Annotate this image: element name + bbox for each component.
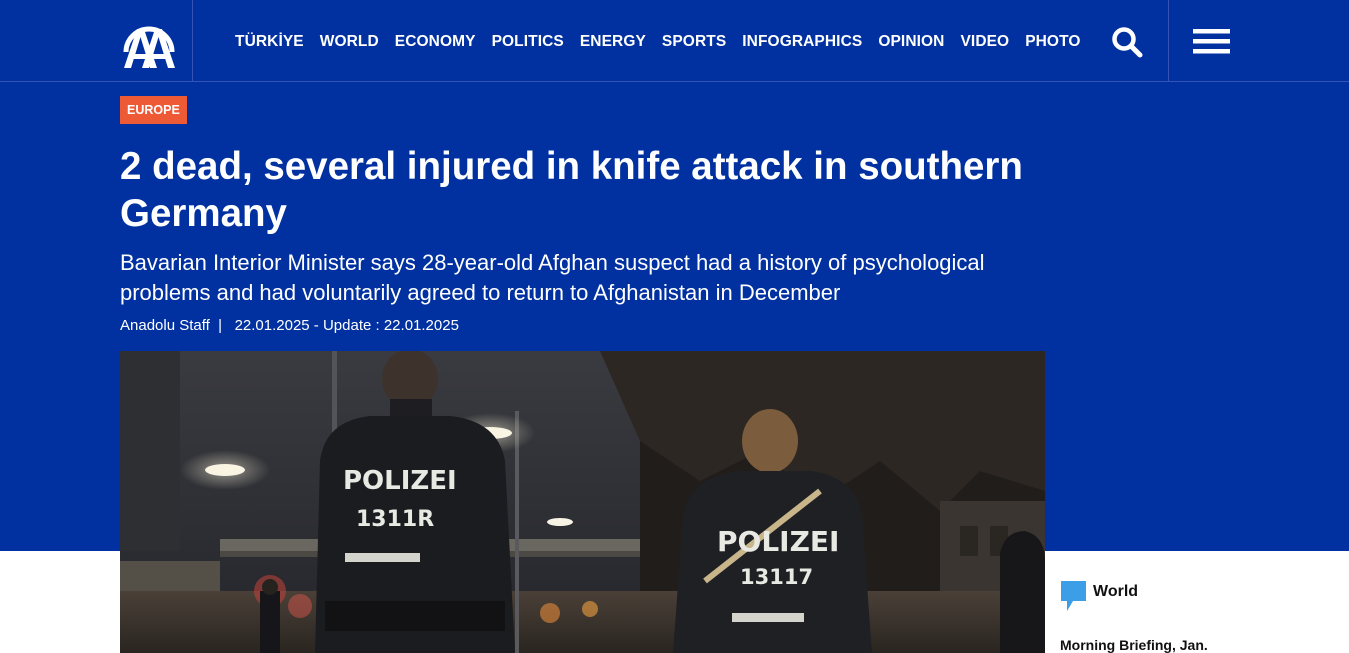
- officer-left-jacket-text: POLIZEI: [343, 466, 457, 496]
- officer-right-jacket-text: POLIZEI: [717, 525, 839, 558]
- nav-item-video[interactable]: VIDEO: [960, 33, 1009, 51]
- header-divider: [1168, 0, 1169, 81]
- sidebar-headline-link[interactable]: Morning Briefing, Jan.: [1060, 637, 1208, 653]
- nav-item-economy[interactable]: ECONOMY: [395, 33, 476, 51]
- aa-logo[interactable]: [120, 12, 178, 70]
- article-photo[interactable]: POLIZEI 1311R POLIZEI 13117: [120, 351, 1045, 653]
- officer-right-number-text: 13117: [740, 565, 813, 589]
- meta-separator: |: [218, 317, 223, 334]
- officer-left-number-text: 1311R: [356, 507, 434, 532]
- nav-item-opinion[interactable]: OPINION: [878, 33, 944, 51]
- article-meta: Anadolu Staff | 22.01.2025 - Update : 22…: [120, 317, 459, 334]
- nav-item-turkiye[interactable]: TÜRKİYE: [235, 33, 304, 51]
- nav-item-politics[interactable]: POLITICS: [492, 33, 564, 51]
- category-badge[interactable]: EUROPE: [120, 96, 187, 124]
- hamburger-menu-icon: [1193, 29, 1230, 54]
- nav-item-sports[interactable]: SPORTS: [662, 33, 726, 51]
- nav-item-infographics[interactable]: INFOGRAPHICS: [742, 33, 862, 51]
- world-category-icon: [1061, 581, 1086, 611]
- menu-button[interactable]: [1193, 27, 1230, 57]
- main-nav: TÜRKİYE WORLD ECONOMY POLITICS ENERGY SP…: [235, 33, 1081, 51]
- author-name[interactable]: Anadolu Staff: [120, 317, 210, 334]
- search-button[interactable]: [1110, 25, 1144, 59]
- article-title: 2 dead, several injured in knife attack …: [120, 145, 1023, 235]
- sidebar-category-title[interactable]: World: [1093, 583, 1138, 601]
- search-icon: [1112, 27, 1143, 58]
- nav-item-photo[interactable]: PHOTO: [1025, 33, 1080, 51]
- article-subtitle: Bavarian Interior Minister says 28-year-…: [120, 250, 985, 305]
- publish-date: 22.01.2025 - Update : 22.01.2025: [234, 317, 459, 334]
- site-header: TÜRKİYE WORLD ECONOMY POLITICS ENERGY SP…: [0, 0, 1349, 82]
- nav-item-world[interactable]: WORLD: [320, 33, 379, 51]
- header-divider: [192, 0, 193, 81]
- nav-item-energy[interactable]: ENERGY: [580, 33, 646, 51]
